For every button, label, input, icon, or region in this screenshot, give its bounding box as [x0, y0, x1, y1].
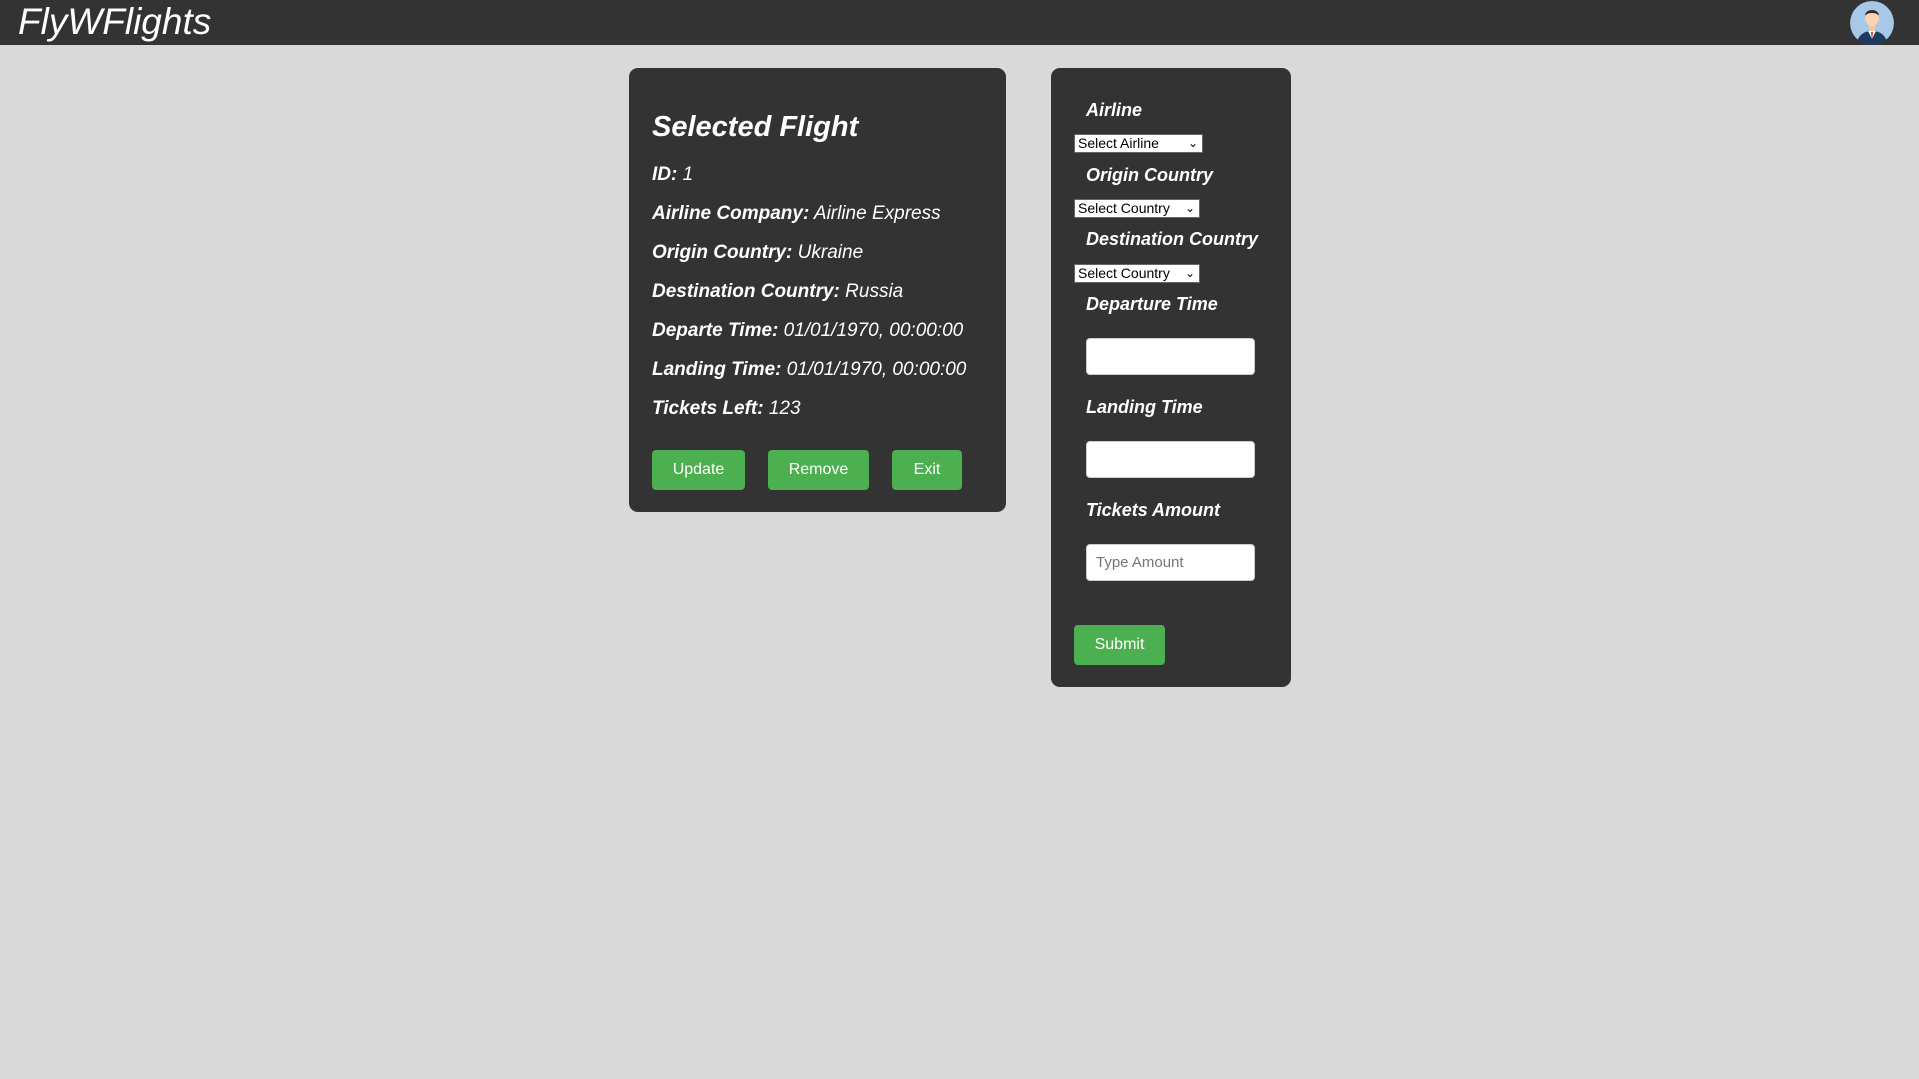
field-label: Origin Country:: [652, 242, 793, 263]
landing-time-label: Landing Time: [1086, 397, 1203, 417]
chevron-down-icon: ⌄: [1184, 266, 1195, 280]
field-value: Ukraine: [797, 242, 864, 263]
flight-landing-time: Landing Time: 01/01/1970, 00:00:00: [652, 359, 966, 381]
origin-country-select-value: Select Country: [1078, 200, 1170, 216]
user-avatar-icon[interactable]: [1850, 1, 1894, 45]
flight-tickets-left: Tickets Left: 123: [652, 398, 801, 420]
tickets-amount-input[interactable]: Type Amount: [1086, 544, 1255, 581]
brand-logo[interactable]: FlyWFlights: [18, 1, 211, 43]
flight-origin-country: Origin Country: Ukraine: [652, 242, 863, 264]
airline-select-value: Select Airline: [1078, 135, 1159, 151]
exit-button[interactable]: Exit: [892, 450, 962, 490]
origin-country-select[interactable]: Select Country ⌄: [1074, 199, 1200, 218]
selected-flight-card: Selected Flight ID: 1 Airline Company: A…: [629, 68, 1006, 512]
top-navbar: FlyWFlights: [0, 0, 1919, 45]
flight-departure-time: Departe Time: 01/01/1970, 00:00:00: [652, 320, 963, 342]
field-value: 123: [768, 398, 801, 419]
field-value: Airline Express: [813, 203, 941, 224]
airline-label: Airline: [1086, 100, 1143, 120]
field-value: 01/01/1970, 00:00:00: [783, 320, 964, 341]
field-label: Airline Company:: [652, 203, 810, 224]
field-label: Tickets Left:: [652, 398, 764, 419]
landing-time-input[interactable]: [1086, 441, 1255, 478]
field-value: 01/01/1970, 00:00:00: [786, 359, 967, 380]
field-value: Russia: [845, 281, 904, 302]
chevron-down-icon: ⌄: [1184, 201, 1195, 215]
flight-id: ID: 1: [652, 164, 693, 186]
field-label: ID:: [652, 164, 678, 185]
airline-select[interactable]: Select Airline ⌄: [1074, 134, 1203, 153]
submit-button[interactable]: Submit: [1074, 625, 1165, 665]
destination-country-label: Destination Country: [1086, 229, 1259, 249]
field-value: 1: [682, 164, 694, 185]
destination-country-select[interactable]: Select Country ⌄: [1074, 264, 1200, 283]
update-button[interactable]: Update: [652, 450, 745, 490]
field-label: Landing Time:: [652, 359, 782, 380]
departure-time-label: Departure Time: [1086, 294, 1218, 314]
field-label: Destination Country:: [652, 281, 840, 302]
field-label: Departe Time:: [652, 320, 779, 341]
flight-destination-country: Destination Country: Russia: [652, 281, 903, 303]
flight-airline-company: Airline Company: Airline Express: [652, 203, 941, 225]
flight-form-card: Airline Select Airline ⌄ Origin Country …: [1051, 68, 1291, 687]
departure-time-input[interactable]: [1086, 338, 1255, 375]
tickets-amount-label: Tickets Amount: [1086, 500, 1221, 520]
origin-country-label: Origin Country: [1086, 165, 1213, 185]
selected-flight-title: Selected Flight: [652, 111, 859, 143]
destination-country-select-value: Select Country: [1078, 265, 1170, 281]
chevron-down-icon: ⌄: [1187, 136, 1198, 150]
remove-button[interactable]: Remove: [768, 450, 869, 490]
